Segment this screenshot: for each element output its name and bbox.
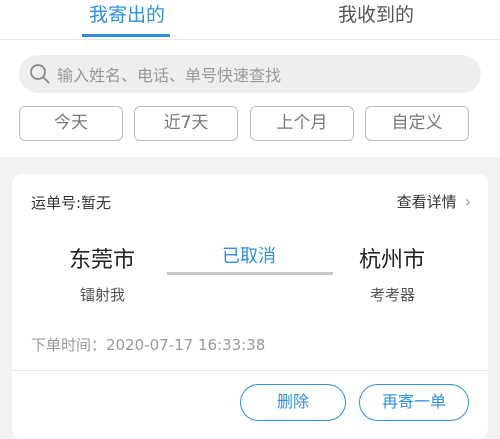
view-detail-label: 查看详情 bbox=[396, 193, 457, 211]
sender-city: 东莞市 bbox=[69, 248, 136, 273]
filter-custom-button[interactable]: 自定义 bbox=[365, 106, 469, 141]
receiver-name: 考考器 bbox=[370, 286, 416, 304]
delete-button[interactable]: 删除 bbox=[240, 384, 346, 421]
active-tab-indicator bbox=[82, 34, 170, 37]
filter-today-button[interactable]: 今天 bbox=[19, 106, 123, 141]
chevron-right-icon: › bbox=[464, 192, 471, 211]
search-input[interactable]: 输入姓名、电话、单号快速查找 bbox=[19, 55, 481, 93]
order-time: 下单时间：2020-07-17 16:33:38 bbox=[31, 336, 266, 354]
tab-received[interactable]: 我收到的 bbox=[330, 0, 422, 40]
filter-last-month-button[interactable]: 上个月 bbox=[250, 106, 354, 141]
card-divider bbox=[12, 370, 488, 371]
header-area: 我寄出的 我收到的 输入姓名、电话、单号快速查找 今天 近7天 上个月 自定义 bbox=[0, 0, 500, 157]
status-divider bbox=[167, 272, 333, 275]
date-filter-group: 今天 近7天 上个月 自定义 bbox=[19, 106, 481, 142]
receiver-city: 杭州市 bbox=[359, 248, 426, 273]
order-card: 运单号:暂无 查看详情 › 东莞市 镭射我 已取消 杭州市 考考器 下单时间：2… bbox=[12, 174, 488, 439]
search-placeholder: 输入姓名、电话、单号快速查找 bbox=[57, 66, 282, 85]
search-icon bbox=[30, 64, 50, 84]
tab-bar: 我寄出的 我收到的 bbox=[0, 0, 500, 40]
sender-name: 镭射我 bbox=[80, 286, 126, 304]
view-detail-link[interactable]: 查看详情 › bbox=[397, 191, 471, 212]
filter-7days-button[interactable]: 近7天 bbox=[134, 106, 238, 141]
reship-button[interactable]: 再寄一单 bbox=[359, 384, 469, 421]
order-status: 已取消 bbox=[222, 246, 276, 267]
waybill-number: 运单号:暂无 bbox=[31, 194, 112, 212]
